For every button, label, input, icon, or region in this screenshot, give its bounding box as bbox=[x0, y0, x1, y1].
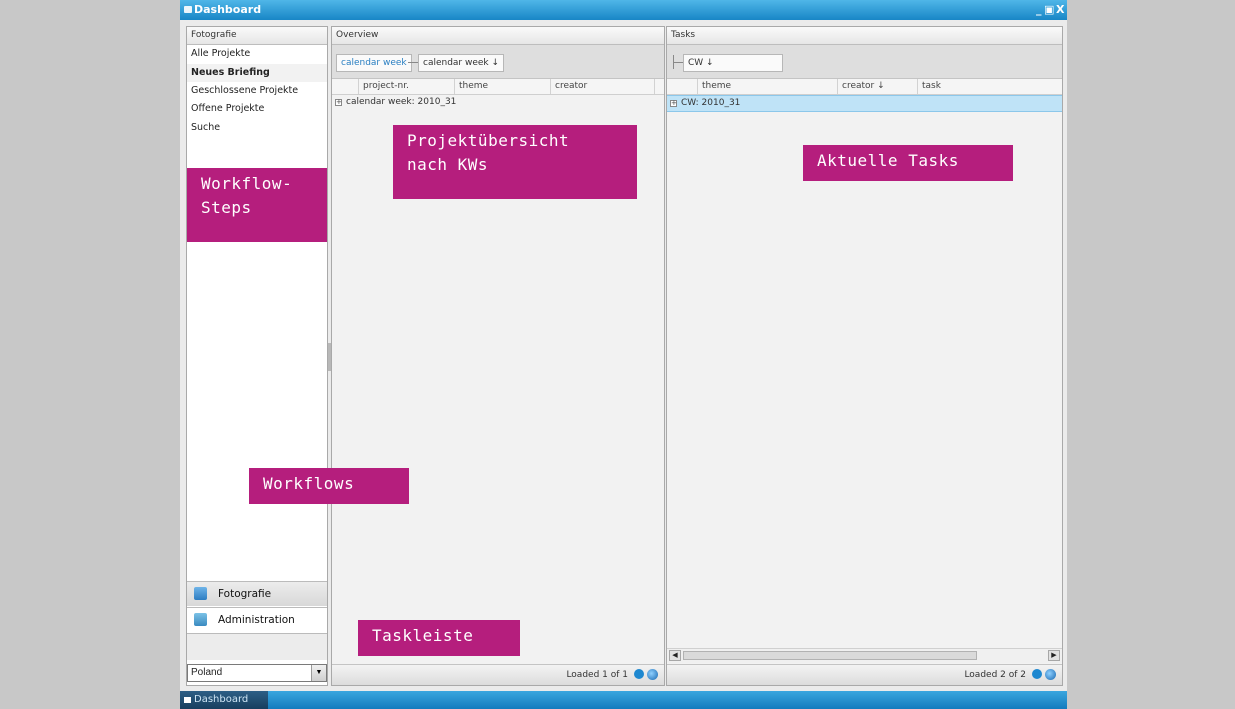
tasks-column-header: theme creator ↓ task bbox=[667, 79, 1062, 95]
group-chip-tick bbox=[673, 55, 674, 69]
taskbar-dashboard-button[interactable]: Dashboard bbox=[180, 691, 268, 709]
scroll-thumb[interactable] bbox=[683, 651, 977, 660]
column-theme[interactable]: theme bbox=[454, 79, 550, 94]
annotation-workflows: Workflows bbox=[249, 468, 409, 504]
close-button[interactable]: X bbox=[1056, 0, 1064, 20]
chevron-down-icon[interactable]: ▼ bbox=[311, 665, 326, 681]
overview-grouping-toolbar: calendar week calendar week ↓ bbox=[332, 45, 664, 79]
globe-icon[interactable] bbox=[1045, 669, 1056, 680]
tasks-grouping-toolbar: CW ↓ bbox=[667, 45, 1062, 79]
scroll-right-icon[interactable]: ▶ bbox=[1048, 650, 1060, 661]
admin-icon bbox=[194, 613, 207, 626]
sidebar-item-offene-projekte[interactable]: Offene Projekte bbox=[187, 100, 327, 118]
column-expander bbox=[332, 79, 346, 94]
tasks-footer: Loaded 2 of 2 bbox=[667, 664, 1062, 685]
overview-group-label: calendar week: 2010_31 bbox=[346, 97, 457, 107]
annotation-taskleiste: Taskleiste bbox=[358, 620, 520, 656]
window-titlebar[interactable]: Dashboard _ ▣ X bbox=[180, 0, 1067, 20]
group-chip-calendar-week-sort[interactable]: calendar week ↓ bbox=[418, 54, 505, 72]
column-creator[interactable]: creator ↓ bbox=[837, 79, 917, 94]
annotation-projektuebersicht: Projektübersicht nach KWs bbox=[393, 125, 637, 199]
accordion-administration[interactable]: Administration bbox=[187, 607, 327, 632]
overview-header: Overview bbox=[332, 27, 664, 45]
tasks-group-row[interactable]: + CW: 2010_31 bbox=[667, 95, 1062, 112]
taskbar-dashboard-label: Dashboard bbox=[194, 694, 249, 705]
sidebar-item-geschlossene-projekte[interactable]: Geschlossene Projekte bbox=[187, 82, 327, 100]
taskbar: Dashboard bbox=[180, 691, 1067, 709]
tasks-loaded-status: Loaded 2 of 2 bbox=[964, 670, 1026, 680]
sidebar-item-neues-briefing[interactable]: Neues Briefing bbox=[187, 64, 327, 82]
accordion-administration-label: Administration bbox=[218, 614, 295, 626]
expand-icon[interactable]: + bbox=[335, 99, 342, 106]
globe-icon[interactable] bbox=[647, 669, 658, 680]
scroll-left-icon[interactable]: ◀ bbox=[669, 650, 681, 661]
tasks-header: Tasks bbox=[667, 27, 1062, 45]
column-project-nr[interactable]: project-nr. bbox=[358, 79, 454, 94]
maximize-button[interactable]: ▣ bbox=[1044, 0, 1054, 20]
column-creator[interactable]: creator bbox=[550, 79, 654, 94]
country-select-value: Poland bbox=[191, 667, 223, 678]
column-expander bbox=[667, 79, 683, 94]
refresh-icon[interactable] bbox=[634, 669, 644, 679]
tasks-horizontal-scrollbar[interactable]: ◀ ▶ bbox=[667, 648, 1062, 663]
group-chip-connector bbox=[673, 62, 683, 63]
sidebar-panel: Fotografie Alle Projekte Neues Briefing … bbox=[186, 26, 328, 686]
minimize-button[interactable]: _ bbox=[1036, 0, 1042, 20]
overview-footer: Loaded 1 of 1 bbox=[332, 664, 664, 685]
refresh-icon[interactable] bbox=[1032, 669, 1042, 679]
annotation-aktuelle-tasks: Aktuelle Tasks bbox=[803, 145, 1013, 181]
group-chip-cw-sort[interactable]: CW ↓ bbox=[683, 54, 783, 72]
group-chip-connector bbox=[408, 62, 418, 63]
sidebar-header: Fotografie bbox=[187, 27, 327, 45]
column-task[interactable]: task bbox=[917, 79, 1062, 94]
column-filler bbox=[654, 79, 664, 94]
accordion-fotografie[interactable]: Fotografie bbox=[187, 581, 327, 606]
tasks-panel: Tasks CW ↓ theme creator ↓ task + CW: 20… bbox=[666, 26, 1063, 686]
overview-column-header: project-nr. theme creator bbox=[332, 79, 664, 95]
overview-group-row[interactable]: + calendar week: 2010_31 bbox=[332, 95, 664, 110]
accordion-fotografie-label: Fotografie bbox=[218, 588, 272, 600]
annotation-workflow-steps: Workflow- Steps bbox=[187, 168, 327, 242]
country-select[interactable]: Poland ▼ bbox=[187, 664, 327, 682]
sidebar-item-suche[interactable]: Suche bbox=[187, 119, 327, 137]
camera-icon bbox=[194, 587, 207, 600]
overview-loaded-status: Loaded 1 of 1 bbox=[566, 670, 628, 680]
tasks-group-label: CW: 2010_31 bbox=[681, 98, 741, 108]
sidebar-item-alle-projekte[interactable]: Alle Projekte bbox=[187, 45, 327, 63]
group-chip-calendar-week[interactable]: calendar week bbox=[336, 54, 412, 72]
dashboard-window: Dashboard _ ▣ X Fotografie Alle Projekte… bbox=[180, 0, 1067, 709]
column-theme[interactable]: theme bbox=[697, 79, 837, 94]
window-title: Dashboard bbox=[194, 3, 262, 16]
accordion-spacer bbox=[187, 633, 327, 660]
window-icon bbox=[184, 697, 191, 703]
expand-icon[interactable]: + bbox=[670, 100, 677, 107]
window-icon bbox=[184, 6, 192, 13]
